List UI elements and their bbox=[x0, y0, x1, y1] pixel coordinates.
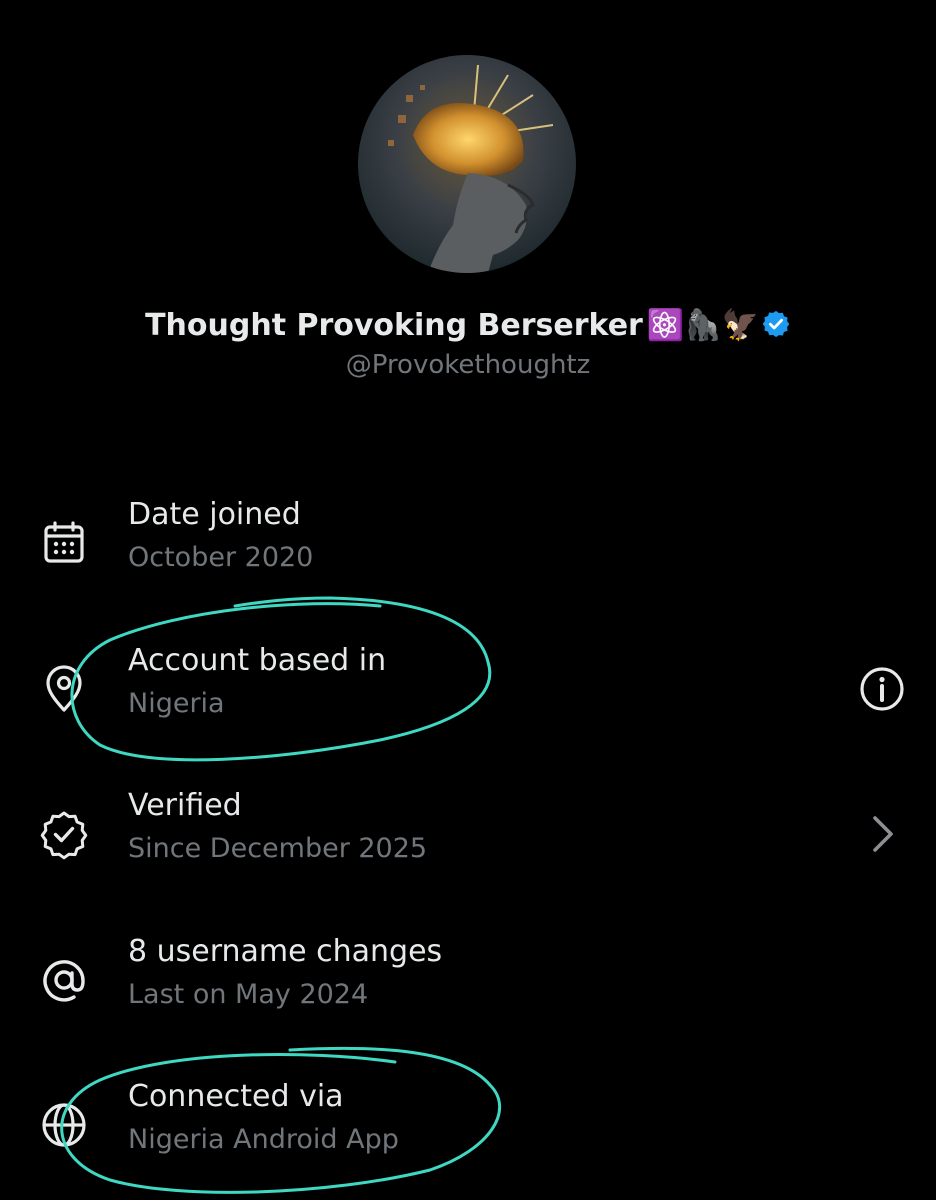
row-subtitle: October 2020 bbox=[128, 542, 314, 573]
row-username-changes: 8 username changes Last on May 2024 bbox=[0, 934, 936, 1044]
globe-icon bbox=[42, 1103, 86, 1147]
row-subtitle: Since December 2025 bbox=[128, 833, 428, 864]
chevron-right-icon[interactable] bbox=[856, 808, 908, 860]
row-title: Date joined bbox=[128, 497, 301, 532]
verified-badge-icon[interactable] bbox=[761, 309, 791, 339]
row-title: Connected via bbox=[128, 1079, 344, 1114]
location-pin-icon bbox=[46, 665, 82, 712]
row-title: 8 username changes bbox=[128, 934, 443, 969]
profile-avatar[interactable] bbox=[358, 55, 576, 273]
row-subtitle: Nigeria bbox=[128, 688, 225, 719]
name-emojis: ⚛️🦍🦅 bbox=[646, 308, 759, 343]
row-date-joined: Date joined October 2020 bbox=[0, 497, 936, 607]
verified-seal-icon bbox=[40, 811, 88, 860]
display-name-text: Thought Provoking Berserker bbox=[145, 308, 643, 343]
row-title: Verified bbox=[128, 788, 242, 823]
row-verified[interactable]: Verified Since December 2025 bbox=[0, 788, 936, 898]
row-connected-via: Connected via Nigeria Android App bbox=[0, 1079, 936, 1189]
info-icon[interactable] bbox=[856, 663, 908, 715]
row-subtitle: Nigeria Android App bbox=[128, 1124, 399, 1155]
at-sign-icon bbox=[43, 960, 85, 1002]
row-title: Account based in bbox=[128, 643, 387, 678]
row-subtitle: Last on May 2024 bbox=[128, 979, 369, 1010]
row-account-based-in: Account based in Nigeria bbox=[0, 643, 936, 753]
profile-display-name: Thought Provoking Berserker ⚛️🦍🦅 bbox=[0, 308, 936, 343]
profile-handle: @Provokethoughtz bbox=[345, 350, 591, 380]
calendar-icon bbox=[44, 521, 84, 563]
